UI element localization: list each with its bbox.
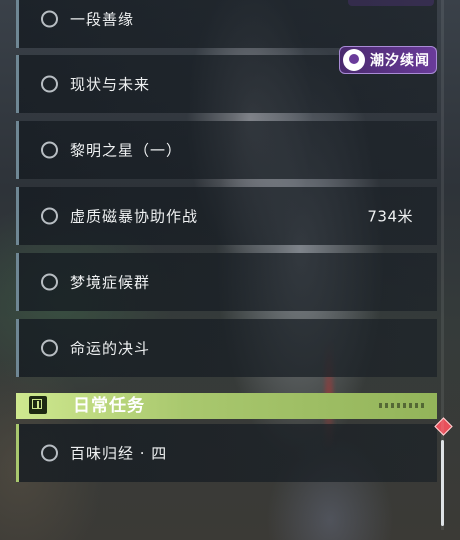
quest-alert-icon xyxy=(29,396,47,414)
quest-title: 梦境症候群 xyxy=(70,273,151,292)
quest-title: 虚质磁暴协助作战 xyxy=(70,207,199,226)
quest-title: 百味归经 · 四 xyxy=(70,444,168,463)
quest-title: 现状与未来 xyxy=(70,75,151,94)
quest-list: 一段善缘 现状与未来 黎明之星（一） 虚质磁暴协助作战 734米 梦境症候群 命… xyxy=(16,0,453,540)
quest-item[interactable]: 一段善缘 xyxy=(16,0,437,48)
radio-circle-icon xyxy=(41,444,58,462)
radio-circle-icon xyxy=(41,273,58,291)
radio-circle-icon xyxy=(41,207,58,225)
quest-item[interactable]: 黎明之星（一） xyxy=(16,121,437,179)
quest-item[interactable]: 虚质磁暴协助作战 734米 xyxy=(16,187,437,245)
section-title: 日常任务 xyxy=(73,396,145,416)
event-badge-label: 潮汐续闻 xyxy=(370,53,430,69)
daily-quests-header[interactable]: 日常任务 xyxy=(16,393,437,419)
quest-item[interactable]: 梦境症候群 xyxy=(16,253,437,311)
wuthering-waves-logo-icon xyxy=(343,49,365,71)
quest-item[interactable]: 命运的决斗 xyxy=(16,319,437,377)
daily-quest-item[interactable]: 百味归经 · 四 xyxy=(16,424,437,482)
radio-circle-icon xyxy=(41,10,58,28)
radio-circle-icon xyxy=(41,339,58,357)
scrollbar-thumb[interactable] xyxy=(441,440,444,526)
radio-circle-icon xyxy=(41,141,58,159)
radio-circle-icon xyxy=(41,75,58,93)
quest-distance: 734米 xyxy=(367,207,413,226)
quest-title: 黎明之星（一） xyxy=(70,141,183,160)
header-decoration xyxy=(379,403,427,408)
event-badge[interactable]: 潮汐续闻 xyxy=(339,46,437,74)
quest-title: 一段善缘 xyxy=(70,10,135,29)
quest-title: 命运的决斗 xyxy=(70,339,151,358)
